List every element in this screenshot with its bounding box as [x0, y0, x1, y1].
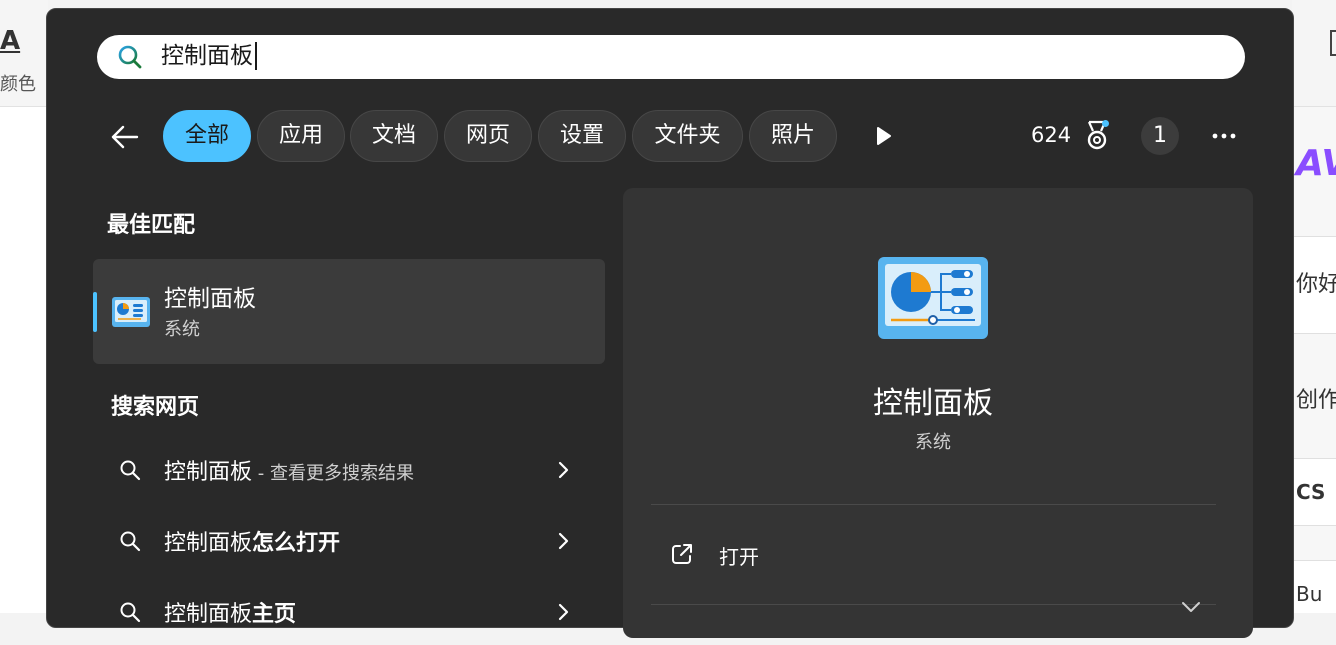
open-action-button[interactable]: 打开: [651, 524, 1216, 584]
chevron-right-icon: [558, 461, 569, 479]
open-action-label: 打开: [719, 545, 759, 569]
background-text-1: 你好: [1296, 272, 1336, 297]
more-filters-play-icon[interactable]: [871, 124, 895, 148]
filter-chip-documents[interactable]: 文档: [350, 110, 438, 162]
filter-chip-folders[interactable]: 文件夹: [632, 110, 743, 162]
back-arrow-icon[interactable]: [109, 121, 141, 153]
filter-chip-apps[interactable]: 应用: [257, 110, 345, 162]
background-logo: AV: [1296, 143, 1336, 184]
user-avatar[interactable]: 1: [1141, 117, 1179, 155]
best-match-result[interactable]: 控制面板 系统: [93, 259, 605, 364]
filter-chip-web[interactable]: 网页: [444, 110, 532, 162]
search-flyout: 控制面板 全部 应用 文档 网页 设置 文件夹 照片 624 1 最佳匹配 控制…: [46, 8, 1294, 638]
web-search-heading: 搜索网页: [111, 395, 200, 420]
detail-title: 控制面板: [873, 386, 993, 421]
web-suggestion-text: 控制面板 - 查看更多搜索结果: [164, 460, 414, 485]
background-app-left: A 颜色: [0, 0, 48, 613]
best-match-title: 控制面板: [164, 286, 256, 312]
search-icon: [120, 460, 141, 481]
ribbon-glyph-icon: [1330, 30, 1336, 56]
web-search-suggestion[interactable]: 控制面板 - 查看更多搜索结果: [93, 441, 605, 503]
result-detail-pane: 控制面板 系统 打开: [623, 188, 1253, 638]
chevron-down-icon[interactable]: [1179, 600, 1203, 614]
background-text-4: Bu: [1296, 582, 1323, 606]
rewards-points[interactable]: 624: [1031, 123, 1071, 147]
filter-chip-all[interactable]: 全部: [163, 110, 251, 162]
notification-dot: [1102, 120, 1109, 127]
best-match-heading: 最佳匹配: [107, 213, 196, 238]
control-panel-icon: [112, 297, 150, 327]
more-options-icon[interactable]: [1209, 123, 1239, 149]
search-icon: [120, 602, 141, 623]
search-query-text[interactable]: 控制面板: [161, 42, 257, 70]
color-label: 颜色: [0, 74, 36, 95]
background-app-right: AV 你好 创作 CS Bu: [1292, 0, 1336, 613]
chevron-right-icon: [558, 603, 569, 621]
web-suggestion-text: 控制面板主页: [164, 602, 297, 627]
font-color-icon: A: [0, 26, 21, 56]
background-text-3: CS: [1296, 480, 1326, 504]
background-text-2: 创作: [1296, 388, 1336, 413]
chevron-right-icon: [558, 532, 569, 550]
best-match-subtitle: 系统: [164, 319, 200, 340]
control-panel-large-icon: [878, 257, 988, 339]
web-search-suggestion[interactable]: 控制面板怎么打开: [93, 512, 605, 574]
detail-subtitle: 系统: [915, 432, 951, 453]
web-suggestion-text: 控制面板怎么打开: [164, 531, 341, 556]
divider: [651, 504, 1216, 505]
divider: [651, 604, 1216, 605]
search-icon: [120, 531, 141, 552]
search-icon: [118, 45, 142, 69]
filter-chip-photos[interactable]: 照片: [749, 110, 837, 162]
web-search-suggestion[interactable]: 控制面板主页: [93, 583, 605, 645]
selection-indicator: [93, 292, 97, 332]
open-external-icon: [672, 544, 692, 564]
search-input[interactable]: 控制面板: [97, 35, 1245, 79]
filter-chip-settings[interactable]: 设置: [538, 110, 626, 162]
